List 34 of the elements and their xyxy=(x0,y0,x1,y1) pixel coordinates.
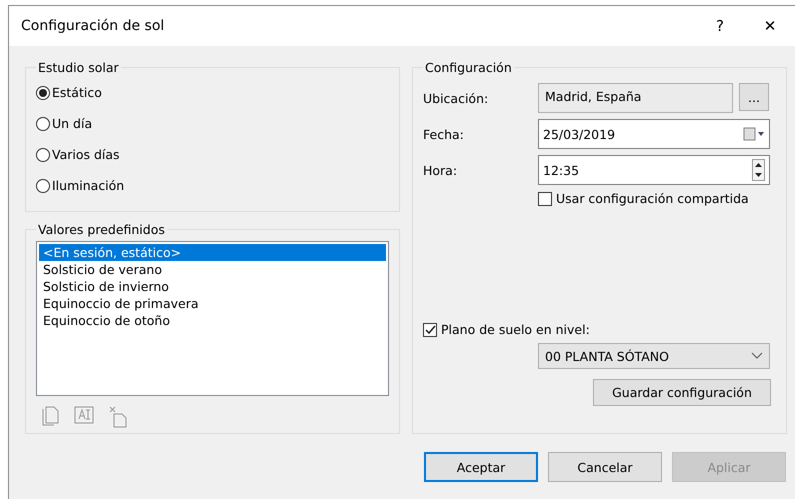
rename-icon[interactable] xyxy=(74,406,94,424)
spinner-icon[interactable] xyxy=(752,159,765,181)
ground-plane-checkbox[interactable]: Plano de suelo en nivel: xyxy=(423,322,590,337)
delete-icon[interactable] xyxy=(108,406,128,428)
radio-option[interactable]: Varios días xyxy=(36,139,120,170)
field-label: Fecha: xyxy=(423,126,465,142)
list-item[interactable]: Equinoccio de otoño xyxy=(39,312,386,329)
date-field[interactable]: 25/03/2019 xyxy=(538,119,770,149)
location-field: Madrid, España xyxy=(538,83,733,113)
window-title: Configuración de sol xyxy=(21,18,166,34)
field-label: Hora: xyxy=(423,162,458,178)
dialog-button[interactable]: Aceptar xyxy=(424,452,538,482)
copy-icon[interactable] xyxy=(42,406,60,426)
save-settings-button[interactable]: Guardar configuración xyxy=(593,379,771,406)
time-field[interactable]: 12:35 xyxy=(538,155,770,185)
radio-option[interactable]: Estático xyxy=(36,77,102,108)
list-item[interactable]: Solsticio de verano xyxy=(39,261,386,278)
dialog-button[interactable]: Cancelar xyxy=(548,452,662,482)
level-dropdown[interactable]: 00 PLANTA SÓTANO xyxy=(538,343,770,369)
list-item[interactable]: Solsticio de invierno xyxy=(39,278,386,295)
group-title: Valores predefinidos xyxy=(37,222,166,237)
field-label: Ubicación: xyxy=(423,90,490,106)
list-item[interactable]: Equinoccio de primavera xyxy=(39,295,386,312)
close-button[interactable]: ✕ xyxy=(745,6,795,46)
help-button[interactable]: ? xyxy=(695,6,745,46)
group-title: Estudio solar xyxy=(37,60,120,75)
list-item[interactable]: <En sesión, estático> xyxy=(39,244,386,261)
group-title: Configuración xyxy=(424,60,513,75)
chevron-icon xyxy=(751,352,763,360)
radio-option[interactable]: Iluminación xyxy=(36,170,124,201)
browse-button[interactable]: ... xyxy=(739,83,769,111)
radio-option[interactable]: Un día xyxy=(36,108,92,139)
calendar-icon[interactable] xyxy=(743,127,765,141)
shared-checkbox[interactable]: Usar configuración compartida xyxy=(538,191,776,206)
